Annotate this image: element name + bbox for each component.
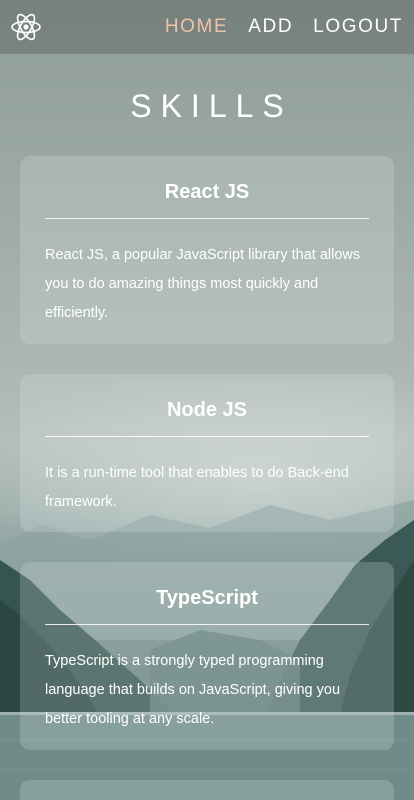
nav-link-home[interactable]: HOME — [165, 16, 228, 38]
skill-card-partial — [20, 780, 394, 800]
skill-card-description: React JS, a popular JavaScript library t… — [45, 247, 361, 321]
navbar: HOME ADD LOGOUT — [0, 0, 414, 54]
skill-card-react: React JS React JS, a popular JavaScript … — [20, 156, 394, 344]
skill-card-title: Node JS — [45, 398, 369, 437]
skill-card-title: TypeScript — [45, 586, 369, 625]
skill-card-typescript: TypeScript TypeScript is a strongly type… — [20, 562, 394, 750]
nav-link-add[interactable]: ADD — [248, 16, 293, 38]
skill-card-description: It is a run-time tool that enables to do… — [45, 465, 349, 510]
nav-links: HOME ADD LOGOUT — [165, 16, 403, 38]
nav-link-logout[interactable]: LOGOUT — [313, 16, 403, 38]
skill-card-title: React JS — [45, 180, 369, 219]
skill-card-node: Node JS It is a run-time tool that enabl… — [20, 374, 394, 532]
react-atom-icon[interactable] — [10, 11, 42, 43]
skill-card-description: TypeScript is a strongly typed programmi… — [45, 653, 341, 727]
page-title: SKILLS — [130, 88, 293, 124]
